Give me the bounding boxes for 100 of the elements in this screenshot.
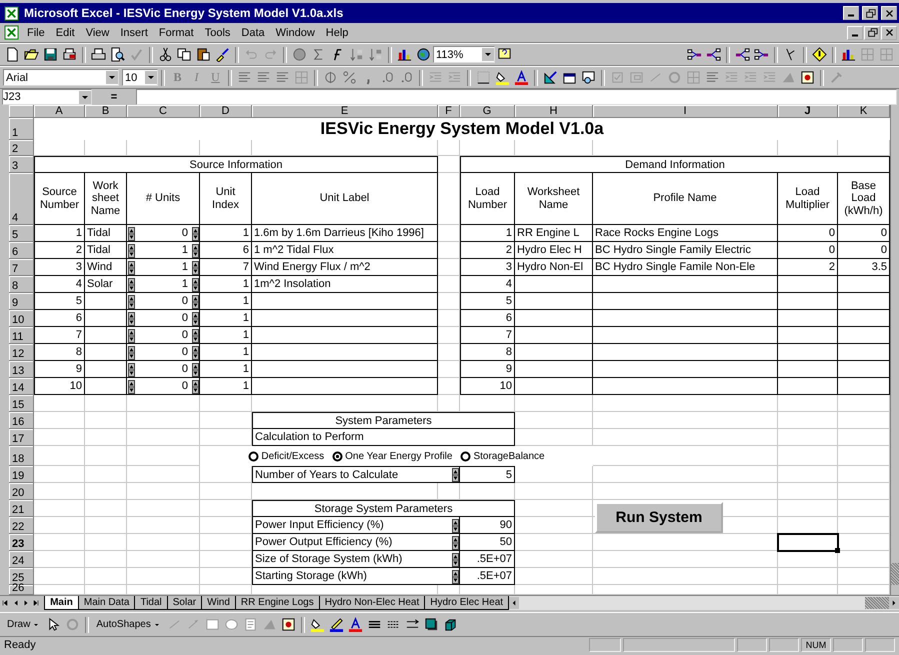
sort-descending-icon[interactable] <box>368 47 383 62</box>
shadow-icon[interactable] <box>424 617 439 632</box>
spin-button[interactable] <box>128 244 135 258</box>
row-header[interactable]: 22 <box>9 517 34 534</box>
spin-button[interactable] <box>192 294 199 308</box>
row-header[interactable]: 6 <box>9 242 34 259</box>
spin-button[interactable] <box>192 244 199 258</box>
warning-icon[interactable] <box>812 47 827 62</box>
save-icon[interactable] <box>43 47 58 62</box>
scroll-right-icon[interactable] <box>889 597 899 609</box>
row-header[interactable]: 5 <box>9 225 34 242</box>
row-header[interactable]: 9 <box>9 293 34 310</box>
column-header[interactable]: I <box>593 105 778 118</box>
vertical-scrollbar[interactable] <box>890 105 899 595</box>
row-header[interactable]: 21 <box>9 500 34 517</box>
spin-button[interactable] <box>192 312 199 326</box>
zoom-box-icon[interactable] <box>581 70 596 85</box>
row-header[interactable]: 19 <box>9 466 34 483</box>
font-dropdown[interactable]: Arial <box>3 69 119 86</box>
printer-icon[interactable] <box>91 47 106 62</box>
formula-input[interactable] <box>136 89 897 105</box>
spin-button[interactable] <box>128 380 135 394</box>
spin-button[interactable] <box>452 518 459 532</box>
trace-dependents-icon[interactable] <box>735 47 750 62</box>
formula-equals-button[interactable]: = <box>94 91 134 103</box>
spin-button[interactable] <box>128 226 135 240</box>
row-header[interactable]: 17 <box>9 429 34 446</box>
row-header[interactable]: 3 <box>9 156 34 173</box>
row-header[interactable]: 20 <box>9 483 34 500</box>
row-header[interactable]: 11 <box>9 327 34 344</box>
column-header[interactable]: H <box>515 105 593 118</box>
column-header[interactable]: J <box>778 105 838 118</box>
row-header[interactable]: 23 <box>9 534 34 551</box>
column-header[interactable]: E <box>252 105 438 118</box>
column-header[interactable]: A <box>34 105 85 118</box>
row-header[interactable]: 24 <box>9 551 34 568</box>
menu-item[interactable]: Format <box>154 26 199 40</box>
sheet-tab[interactable]: RR Engine Logs <box>234 596 320 610</box>
menu-item[interactable]: Insert <box>115 26 153 40</box>
spin-button[interactable] <box>192 260 199 274</box>
text-box-icon[interactable] <box>242 617 258 632</box>
select-all-button[interactable] <box>9 105 34 118</box>
trace-dependents-icon[interactable] <box>706 47 721 62</box>
decimal-icon[interactable] <box>380 70 395 85</box>
rectangle-icon[interactable] <box>204 617 220 632</box>
cube-icon[interactable] <box>442 617 458 632</box>
borders-icon[interactable] <box>476 70 491 85</box>
radio-button[interactable] <box>460 450 472 462</box>
menu-item[interactable]: Window <box>270 26 320 40</box>
checkbox-icon[interactable] <box>610 70 625 85</box>
spin-button[interactable] <box>192 278 199 292</box>
spin-button[interactable] <box>128 346 135 360</box>
radio-button[interactable] <box>248 450 260 462</box>
line-color-icon[interactable] <box>328 617 344 632</box>
envelope-printer-icon[interactable] <box>62 47 77 62</box>
horizontal-scrollbar[interactable] <box>509 596 899 610</box>
row-header[interactable]: 8 <box>9 276 34 293</box>
row-header[interactable]: 18 <box>9 446 34 466</box>
minimize-button[interactable] <box>847 26 863 40</box>
draw-menu-button[interactable]: Draw <box>3 615 44 634</box>
column-header[interactable]: K <box>838 105 890 118</box>
menu-item[interactable]: Help <box>320 26 354 40</box>
restore-button[interactable] <box>864 26 880 40</box>
first-sheet-icon[interactable] <box>1 599 10 607</box>
scrollbar-thumb[interactable] <box>865 597 890 609</box>
spin-button[interactable] <box>192 380 199 394</box>
fill-color-icon[interactable] <box>310 617 325 632</box>
copy-icon[interactable] <box>177 47 192 62</box>
row-header[interactable]: 4 <box>9 173 34 225</box>
spin-button[interactable] <box>192 328 199 342</box>
autoshapes-menu-button[interactable]: AutoShapes <box>92 615 165 634</box>
new-document-icon[interactable] <box>5 47 20 62</box>
percent-icon[interactable] <box>342 70 357 85</box>
row-header[interactable]: 2 <box>9 140 34 156</box>
spin-button[interactable] <box>452 570 459 584</box>
paste-icon[interactable] <box>196 47 211 62</box>
row-header[interactable]: 13 <box>9 361 34 378</box>
scrollbar-thumb[interactable] <box>891 563 899 585</box>
brush-icon[interactable] <box>215 47 230 62</box>
spin-button[interactable] <box>192 346 199 360</box>
clip-art-icon[interactable] <box>280 617 296 632</box>
menu-item[interactable]: Edit <box>50 26 80 40</box>
selected-cell-outline[interactable] <box>777 533 839 552</box>
menu-item[interactable]: View <box>80 26 114 40</box>
font-size-dropdown[interactable]: 10 <box>122 69 158 86</box>
restore-button[interactable] <box>862 6 878 20</box>
sort-ascending-icon[interactable] <box>349 47 364 62</box>
close-button[interactable] <box>881 6 897 20</box>
spin-button[interactable] <box>128 294 135 308</box>
folder-icon[interactable] <box>24 47 39 62</box>
radio-button[interactable] <box>332 450 344 462</box>
scroll-left-icon[interactable] <box>509 597 520 609</box>
spin-button[interactable] <box>128 278 135 292</box>
spin-button[interactable] <box>128 260 135 274</box>
ruler-pencil-icon[interactable] <box>543 70 558 85</box>
spin-button[interactable] <box>452 468 459 482</box>
spin-button[interactable] <box>192 226 199 240</box>
trace-precedents-icon[interactable] <box>754 47 769 62</box>
sheet-tab[interactable]: Main Data <box>78 596 136 610</box>
sheet-tab[interactable]: Wind <box>201 596 236 610</box>
